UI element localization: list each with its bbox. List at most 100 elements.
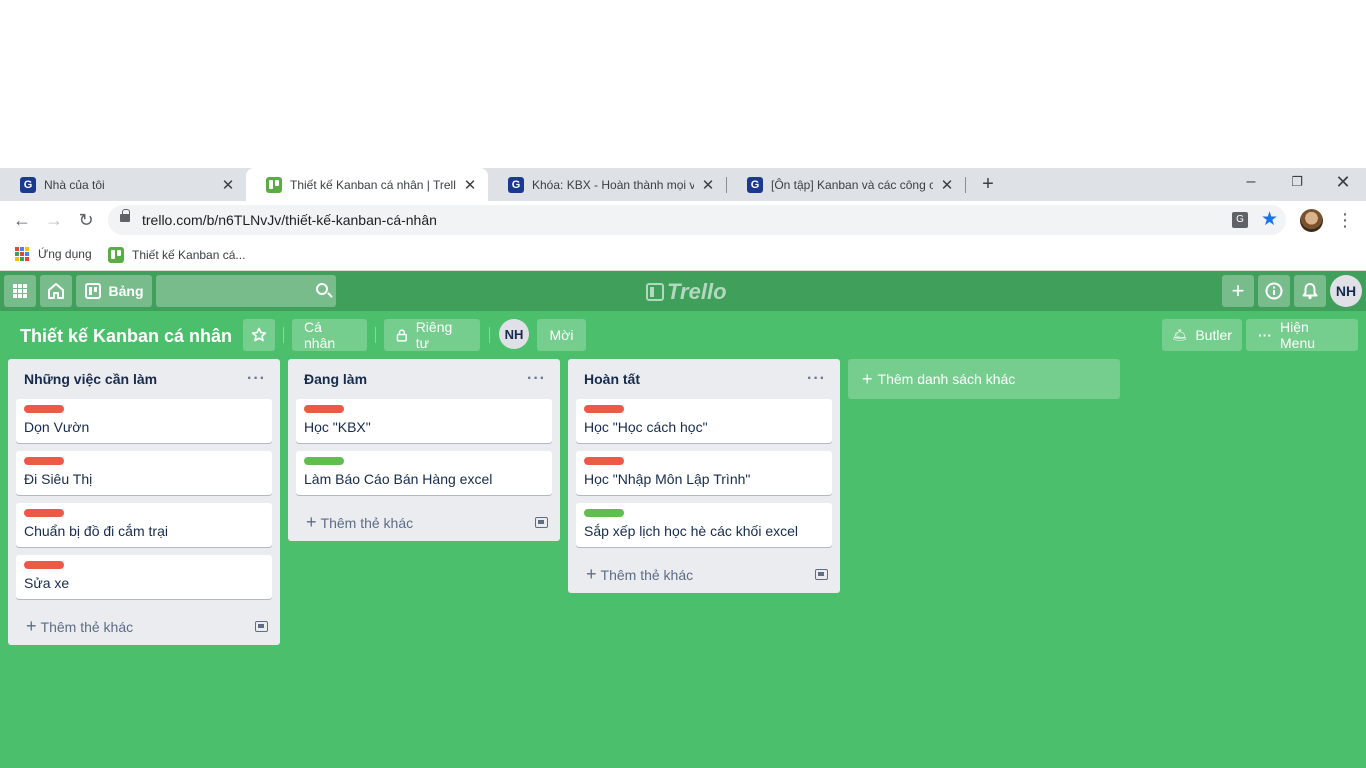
close-window-icon[interactable]: ✕ xyxy=(1320,168,1366,198)
card-template-icon[interactable] xyxy=(815,568,828,580)
show-menu-button[interactable]: ··· Hiện Menu xyxy=(1246,319,1358,351)
red-label[interactable] xyxy=(304,405,344,413)
card-title: Chuẩn bị đồ đi cắm trại xyxy=(24,523,168,539)
card-title: Sắp xếp lịch học hè các khối excel xyxy=(584,523,799,539)
apps-switcher-button[interactable] xyxy=(4,275,36,307)
home-button[interactable] xyxy=(40,275,72,307)
list-doing: Đang làm ··· Học "KBX" Làm Báo Cáo Bán H… xyxy=(288,359,560,541)
card[interactable]: Làm Báo Cáo Bán Hàng excel xyxy=(296,451,552,495)
list-title[interactable]: Đang làm xyxy=(304,371,367,387)
bookmark-star-icon[interactable]: ★ xyxy=(1261,208,1278,231)
green-label[interactable] xyxy=(584,509,624,517)
boards-button[interactable]: Bảng xyxy=(76,275,152,307)
list-title[interactable]: Hoàn tất xyxy=(584,371,640,387)
member-avatar[interactable]: NH xyxy=(499,319,529,349)
red-label[interactable] xyxy=(24,509,64,517)
trello-logo-icon xyxy=(646,283,664,301)
close-tab-icon[interactable]: ✕ xyxy=(462,176,478,194)
visibility-button[interactable]: Riêng tư xyxy=(384,319,480,351)
browser-tab-trello[interactable]: Thiết kế Kanban cá nhân | Trello ✕ xyxy=(246,168,488,201)
card[interactable]: Học "Học cách học" xyxy=(576,399,832,443)
forward-arrow-icon[interactable]: → xyxy=(41,207,67,233)
team-button[interactable]: Cá nhân xyxy=(292,319,367,351)
new-tab-button[interactable]: + xyxy=(976,172,1000,196)
card[interactable]: Sửa xe xyxy=(16,555,272,599)
add-card-button[interactable]: + Thêm thẻ khác xyxy=(568,555,840,593)
card[interactable]: Đi Siêu Thị xyxy=(16,451,272,495)
close-tab-icon[interactable]: ✕ xyxy=(939,176,955,194)
tab-title: Nhà của tôi xyxy=(44,177,105,192)
grid-icon xyxy=(13,284,27,298)
list-menu-icon[interactable]: ··· xyxy=(527,370,546,388)
card[interactable]: Chuẩn bị đồ đi cắm trại xyxy=(16,503,272,547)
red-label[interactable] xyxy=(584,405,624,413)
restore-icon[interactable]: ❐ xyxy=(1274,168,1320,198)
butler-icon: 🛎 xyxy=(1172,328,1188,342)
bookmark-apps[interactable]: Ứng dụng xyxy=(15,247,92,261)
plus-icon: + xyxy=(586,563,597,584)
close-tab-icon[interactable]: ✕ xyxy=(700,176,716,194)
red-label[interactable] xyxy=(24,457,64,465)
translate-icon[interactable]: G xyxy=(1232,212,1248,228)
tab-divider xyxy=(965,177,966,193)
card-template-icon[interactable] xyxy=(255,620,268,632)
tab-strip: G Nhà của tôi ✕ Thiết kế Kanban cá nhân … xyxy=(0,168,1366,201)
close-tab-icon[interactable]: ✕ xyxy=(220,176,236,194)
bookmark-label: Ứng dụng xyxy=(38,247,92,261)
divider xyxy=(375,327,376,343)
search-input[interactable] xyxy=(156,275,336,307)
butler-button[interactable]: 🛎 Butler xyxy=(1162,319,1242,351)
notifications-button[interactable] xyxy=(1294,275,1326,307)
tab-title: Thiết kế Kanban cá nhân | Trello xyxy=(290,177,456,192)
bell-icon xyxy=(1302,283,1318,300)
list-title[interactable]: Những việc cần làm xyxy=(24,371,157,387)
trello-header: Bảng Trello + NH xyxy=(0,271,1366,311)
tab-title: Khóa: KBX - Hoàn thành mọi việc xyxy=(532,177,694,192)
user-avatar[interactable]: NH xyxy=(1330,275,1362,307)
list-menu-icon[interactable]: ··· xyxy=(807,370,826,388)
browser-tab-home[interactable]: G Nhà của tôi ✕ xyxy=(0,168,246,201)
gitiho-favicon-icon: G xyxy=(508,176,524,193)
member-initials: NH xyxy=(504,326,524,342)
green-label[interactable] xyxy=(304,457,344,465)
star-board-button[interactable] xyxy=(243,319,275,351)
info-button[interactable] xyxy=(1258,275,1290,307)
list-header: Những việc cần làm ··· xyxy=(8,359,280,399)
card-template-icon[interactable] xyxy=(535,516,548,528)
bookmark-trello-board[interactable]: Thiết kế Kanban cá... xyxy=(108,247,245,263)
card[interactable]: Học "Nhập Môn Lập Trình" xyxy=(576,451,832,495)
minimize-icon[interactable]: – xyxy=(1228,168,1274,198)
trello-logo[interactable]: Trello xyxy=(646,279,727,305)
card[interactable]: Dọn Vườn xyxy=(16,399,272,443)
red-label[interactable] xyxy=(24,405,64,413)
logo-text: Trello xyxy=(667,279,727,304)
invite-button[interactable]: Mời xyxy=(537,319,586,351)
add-list-button[interactable]: + Thêm danh sách khác xyxy=(848,359,1120,399)
add-card-label: Thêm thẻ khác xyxy=(600,566,694,583)
card[interactable]: Học "KBX" xyxy=(296,399,552,443)
add-list-label: Thêm danh sách khác xyxy=(877,371,1016,387)
browser-tab-review[interactable]: G [Ôn tập] Kanban và các công cụ h ✕ xyxy=(727,168,965,201)
browser-tab-course[interactable]: G Khóa: KBX - Hoàn thành mọi việc ✕ xyxy=(488,168,726,201)
list-todo: Những việc cần làm ··· Dọn Vườn Đi Siêu … xyxy=(8,359,280,645)
list-menu-icon[interactable]: ··· xyxy=(247,370,266,388)
red-label[interactable] xyxy=(584,457,624,465)
board-title[interactable]: Thiết kế Kanban cá nhân xyxy=(20,326,232,347)
profile-avatar[interactable] xyxy=(1300,209,1323,232)
search-icon[interactable] xyxy=(316,283,328,295)
add-card-button[interactable]: + Thêm thẻ khác xyxy=(8,607,280,645)
address-bar[interactable]: trello.com/b/n6TLNvJv/thiết-kế-kanban-cá… xyxy=(108,205,1286,235)
apps-grid-icon xyxy=(15,247,29,261)
plus-icon: + xyxy=(26,615,37,636)
add-card-button[interactable]: + Thêm thẻ khác xyxy=(288,503,560,541)
more-menu-icon[interactable]: ⋮ xyxy=(1336,207,1354,233)
more-icon: ··· xyxy=(1258,327,1272,343)
list-done: Hoàn tất ··· Học "Học cách học" Học "Nhậ… xyxy=(568,359,840,593)
create-button[interactable]: + xyxy=(1222,275,1254,307)
url-text[interactable]: trello.com/b/n6TLNvJv/thiết-kế-kanban-cá… xyxy=(142,212,437,228)
card[interactable]: Sắp xếp lịch học hè các khối excel xyxy=(576,503,832,547)
reload-icon[interactable]: ↻ xyxy=(73,207,99,233)
back-arrow-icon[interactable]: ← xyxy=(9,207,35,233)
red-label[interactable] xyxy=(24,561,64,569)
lock-icon[interactable] xyxy=(120,209,130,222)
